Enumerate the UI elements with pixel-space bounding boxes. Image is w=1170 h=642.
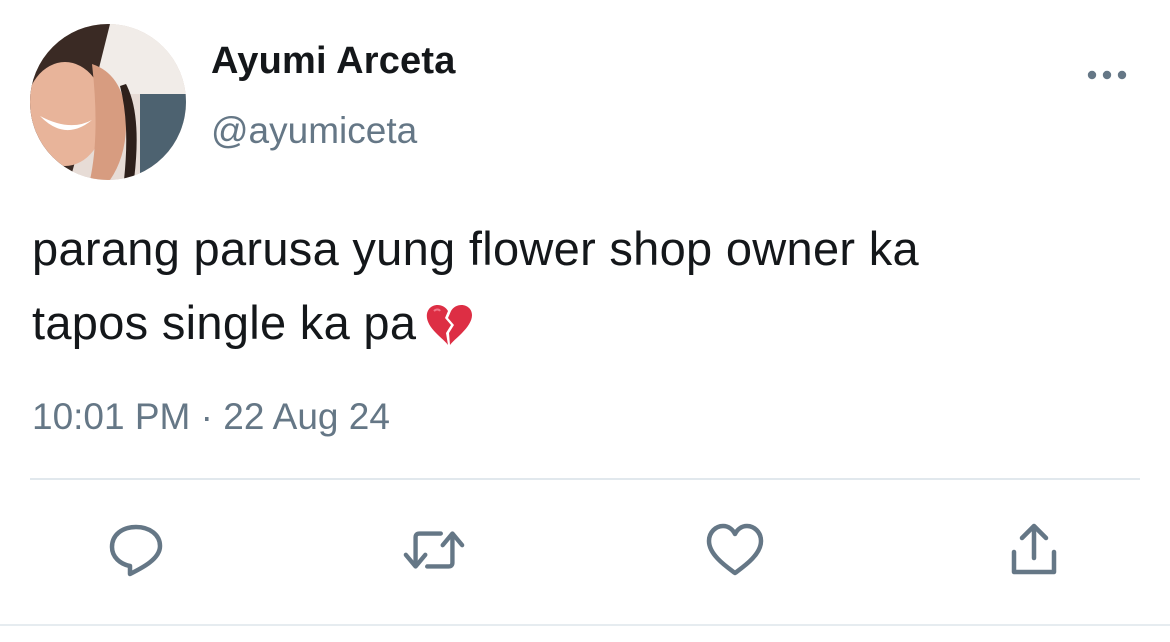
display-name[interactable]: Ayumi Arceta <box>211 40 456 83</box>
tweet: Ayumi Arceta @ayumiceta parang parusa yu… <box>0 0 1170 642</box>
tweet-text-line: parang parusa yung flower shop owner ka <box>32 222 919 275</box>
tweet-text: parang parusa yung flower shop owner ka … <box>32 212 1142 368</box>
share-button[interactable] <box>1002 518 1066 582</box>
retweet-button[interactable] <box>402 518 466 582</box>
user-handle[interactable]: @ayumiceta <box>211 110 417 152</box>
retweet-icon <box>403 531 465 569</box>
tweet-text-line: tapos single ka pa <box>32 286 1142 368</box>
share-icon <box>1011 523 1057 575</box>
reply-button[interactable] <box>104 518 168 582</box>
divider <box>30 478 1140 480</box>
reply-icon <box>109 524 163 577</box>
tweet-text-line-content: tapos single ka pa <box>32 296 417 349</box>
heart-icon <box>706 523 764 576</box>
broken-heart-emoji <box>426 294 473 368</box>
more-icon <box>1087 70 1127 80</box>
avatar-photo <box>30 24 186 180</box>
avatar[interactable] <box>30 24 186 180</box>
bottom-divider <box>0 624 1170 626</box>
like-button[interactable] <box>703 518 767 582</box>
more-options-button[interactable] <box>1082 58 1132 92</box>
tweet-timestamp[interactable]: 10:01 PM · 22 Aug 24 <box>32 396 390 438</box>
